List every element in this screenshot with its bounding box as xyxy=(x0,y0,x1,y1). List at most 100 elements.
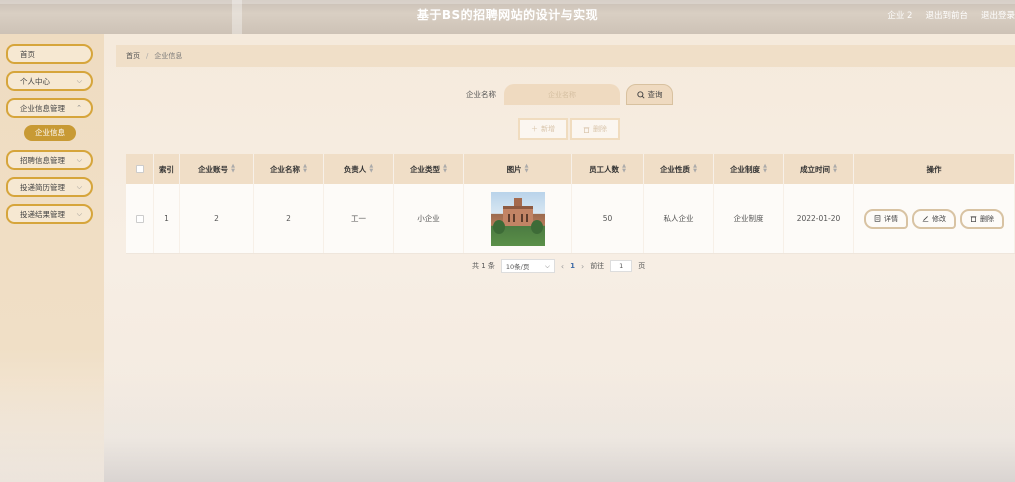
col-staff-label: 员工人数 xyxy=(589,164,620,174)
sidebar-item-personal-center[interactable]: 个人中心 ⌵ xyxy=(6,71,93,91)
breadcrumb: 首页 / 企业信息 xyxy=(116,45,1015,67)
prev-page-icon[interactable]: ‹ xyxy=(561,262,564,271)
col-ops: 操作 xyxy=(854,154,1015,184)
sidebar-item-label: 个人中心 xyxy=(20,76,50,86)
col-type-label: 企业类型 xyxy=(410,164,441,174)
pencil-icon xyxy=(922,216,929,222)
col-image[interactable]: 图片 ▲ ▼ xyxy=(464,154,572,184)
sidebar-item-label: 首页 xyxy=(20,49,35,59)
col-founded-label: 成立时间 xyxy=(800,164,831,174)
col-account[interactable]: 企业账号 ▲ ▼ xyxy=(180,154,254,184)
company-photo[interactable] xyxy=(490,191,545,246)
add-button[interactable]: ＋ 新增 xyxy=(518,118,568,140)
row-delete-button[interactable]: 删除 xyxy=(960,208,1004,229)
col-account-label: 企业账号 xyxy=(198,164,229,174)
current-page[interactable]: 1 xyxy=(570,262,575,270)
page-size-select[interactable]: 10条/页 ⌵ xyxy=(500,259,555,273)
col-type[interactable]: 企业类型 ▲ ▼ xyxy=(394,154,464,184)
search-button-label: 查询 xyxy=(647,90,663,99)
col-system[interactable]: 企业制度 ▲ ▼ xyxy=(714,154,784,184)
col-name[interactable]: 企业名称 ▲ ▼ xyxy=(254,154,324,184)
table-row: 1 2 2 工一 小企业 50 私人企业 企业制度 2022-01-20 详情 … xyxy=(126,184,1015,254)
cell-type: 小企业 xyxy=(394,184,464,253)
breadcrumb-separator: / xyxy=(146,52,149,60)
sort-icon: ▲ ▼ xyxy=(763,163,767,174)
cell-image xyxy=(464,184,572,253)
sidebar-item-label: 投递简历管理 xyxy=(20,182,65,192)
plus-icon: ＋ xyxy=(531,125,538,133)
edit-button[interactable]: 修改 xyxy=(912,208,956,229)
delete-button[interactable]: 删除 xyxy=(570,118,620,140)
trash-icon xyxy=(970,216,977,222)
sort-icon: ▲ ▼ xyxy=(622,163,626,174)
document-icon xyxy=(874,215,881,222)
row-select-cell xyxy=(126,184,154,253)
next-page-icon[interactable]: › xyxy=(581,262,584,271)
logout-link[interactable]: 退出登录 xyxy=(981,9,1015,21)
col-manager-label: 负责人 xyxy=(343,164,367,174)
breadcrumb-current: 企业信息 xyxy=(154,52,183,60)
delete-button-label: 删除 xyxy=(593,125,607,133)
select-all-checkbox[interactable] xyxy=(135,165,144,173)
sidebar-item-result-mgmt[interactable]: 投递结果管理 ⌵ xyxy=(6,204,93,224)
sidebar-subitem-company-info[interactable]: 企业信息 xyxy=(24,125,76,141)
photo-window xyxy=(520,213,523,222)
bottom-overlay xyxy=(104,372,1015,482)
row-checkbox[interactable] xyxy=(135,214,144,223)
detail-button-label: 详情 xyxy=(884,214,898,223)
col-staff[interactable]: 员工人数 ▲ ▼ xyxy=(572,154,644,184)
cell-manager: 工一 xyxy=(324,184,394,253)
sidebar-bottom-overlay xyxy=(0,380,104,482)
page-unit: 页 xyxy=(638,262,646,270)
header-actions: 企业 2 退出到前台 退出登录 xyxy=(887,0,1015,30)
top-bar: 基于BS的招聘网站的设计与实现 企业 2 退出到前台 退出登录 xyxy=(0,0,1015,34)
cell-index: 1 xyxy=(154,184,180,253)
sort-icon: ▲ ▼ xyxy=(833,163,837,174)
chevron-up-icon: ⌃ xyxy=(76,104,82,112)
search-row: 企业名称 查询 xyxy=(466,84,673,105)
cell-founded: 2022-01-20 xyxy=(784,184,854,253)
current-user: 企业 2 xyxy=(887,11,913,21)
sidebar-item-label: 招聘信息管理 xyxy=(20,155,65,165)
table-header: 索引 企业账号 ▲ ▼ 企业名称 ▲ ▼ 负责人 ▲ ▼ 企业类型 ▲ ▼ 图片 ▲ ▼ 员工人数 ▲… xyxy=(126,154,1015,184)
photo-window xyxy=(512,213,515,222)
sort-icon: ▲ ▼ xyxy=(303,163,307,174)
breadcrumb-home[interactable]: 首页 xyxy=(126,51,140,61)
col-index: 索引 xyxy=(154,154,180,184)
chevron-down-icon: ⌵ xyxy=(76,209,82,218)
cell-nature: 私人企业 xyxy=(644,184,714,253)
action-buttons: ＋ 新增 删除 xyxy=(518,118,620,140)
sort-icon: ▲ ▼ xyxy=(443,163,447,174)
search-button[interactable]: 查询 xyxy=(626,84,673,105)
sidebar-item-label: 企业信息管理 xyxy=(20,103,65,113)
sidebar-item-company-info-mgmt[interactable]: 企业信息管理 ⌃ xyxy=(6,98,93,118)
col-name-label: 企业名称 xyxy=(270,164,301,174)
sidebar-item-resume-mgmt[interactable]: 投递简历管理 ⌵ xyxy=(6,177,93,197)
col-nature-label: 企业性质 xyxy=(660,164,691,174)
cell-system: 企业制度 xyxy=(714,184,784,253)
search-label: 企业名称 xyxy=(466,90,496,99)
sidebar-item-home[interactable]: 首页 xyxy=(6,44,93,64)
col-system-label: 企业制度 xyxy=(730,164,761,174)
add-button-label: 新增 xyxy=(541,125,555,133)
edit-button-label: 修改 xyxy=(932,214,946,223)
col-founded[interactable]: 成立时间 ▲ ▼ xyxy=(784,154,854,184)
goto-page-input[interactable]: 1 xyxy=(610,260,633,272)
sidebar-item-job-info-mgmt[interactable]: 招聘信息管理 ⌵ xyxy=(6,150,93,170)
col-ops-label: 操作 xyxy=(926,164,942,174)
company-table: 索引 企业账号 ▲ ▼ 企业名称 ▲ ▼ 负责人 ▲ ▼ 企业类型 ▲ ▼ 图片 ▲ ▼ 员工人数 ▲… xyxy=(126,154,1015,254)
cell-name: 2 xyxy=(254,184,324,253)
col-nature[interactable]: 企业性质 ▲ ▼ xyxy=(644,154,714,184)
sort-icon: ▲ ▼ xyxy=(369,163,374,174)
goto-label: 前往 xyxy=(590,262,605,270)
exit-to-frontend-link[interactable]: 退出到前台 xyxy=(925,9,968,21)
search-input[interactable] xyxy=(504,84,620,105)
row-delete-button-label: 删除 xyxy=(980,214,994,223)
chevron-down-icon: ⌵ xyxy=(76,182,82,191)
search-icon xyxy=(636,90,645,99)
select-all-cell xyxy=(126,154,154,184)
photo-window xyxy=(507,213,510,222)
col-manager[interactable]: 负责人 ▲ ▼ xyxy=(324,154,394,184)
photo-tree xyxy=(492,219,505,234)
detail-button[interactable]: 详情 xyxy=(864,208,908,229)
